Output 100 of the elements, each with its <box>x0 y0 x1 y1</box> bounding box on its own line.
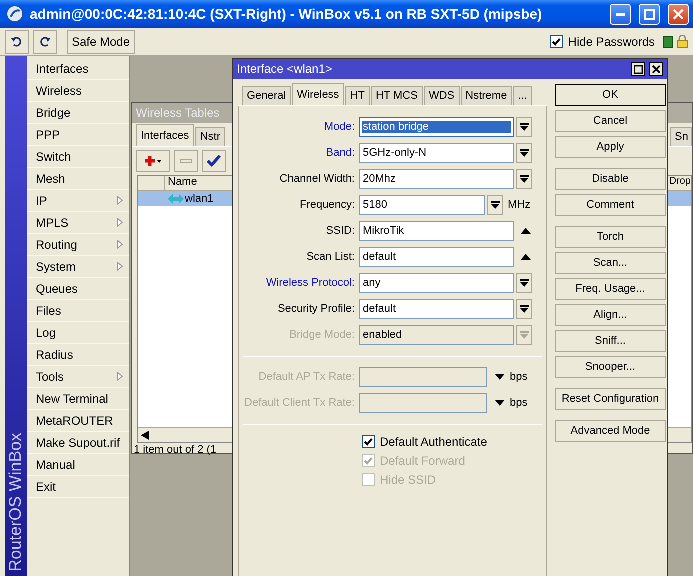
input-field[interactable]: MikroTik <box>359 221 514 241</box>
dialog-button[interactable]: Sniff... <box>555 330 666 352</box>
menu-item[interactable]: IP <box>27 190 129 212</box>
dropdown-button[interactable] <box>516 299 532 319</box>
input-field[interactable]: default <box>359 247 514 267</box>
select-field[interactable]: 20Mhz <box>359 169 514 189</box>
select-field[interactable]: 5GHz-only-N <box>359 143 514 163</box>
dropdown-button[interactable] <box>487 195 503 215</box>
field-label: SSID: <box>325 225 356 237</box>
tab[interactable]: Nstr <box>195 127 226 146</box>
menu-item[interactable]: Bridge <box>27 102 129 124</box>
dialog-button[interactable]: Freq. Usage... <box>555 278 666 300</box>
menu-item[interactable]: Tools <box>27 366 129 388</box>
tab[interactable]: Sn <box>670 127 692 146</box>
status-text: 1 item out of 2 (1 <box>133 443 218 458</box>
enable-button[interactable] <box>202 150 226 172</box>
field-label: Mode: <box>323 121 356 133</box>
menu-item[interactable]: Files <box>27 300 129 322</box>
tab[interactable]: Wireless <box>292 83 344 105</box>
undo-icon <box>11 36 23 48</box>
field-label: Default Client Tx Rate: <box>244 397 356 409</box>
tab[interactable]: General <box>242 86 292 105</box>
dialog-button[interactable]: Disable <box>555 168 666 190</box>
scroll-left-icon[interactable] <box>141 430 151 440</box>
dialog-button[interactable]: Comment <box>555 194 666 216</box>
dropdown-arrow-icon <box>520 148 528 158</box>
tab[interactable]: Nstreme <box>460 86 512 105</box>
dropdown-button[interactable] <box>516 273 532 293</box>
checkbox[interactable] <box>550 35 564 48</box>
close-icon <box>673 8 684 20</box>
menu-item[interactable]: Switch <box>27 146 129 168</box>
menu-item[interactable]: Log <box>27 322 129 344</box>
checkbox-label: Hide Passwords <box>568 34 655 48</box>
dialog-button[interactable]: Reset Configuration <box>555 388 666 410</box>
dropdown-arrow-icon <box>490 200 500 210</box>
tab[interactable]: Interfaces <box>136 124 194 146</box>
dropdown-arrow-icon[interactable] <box>495 400 505 406</box>
dialog-button[interactable]: Apply <box>555 136 666 158</box>
maximize-icon <box>644 8 655 20</box>
dropdown-arrow-icon[interactable] <box>495 374 505 380</box>
menu-item[interactable]: System <box>27 256 129 278</box>
menu-item[interactable]: Manual <box>27 454 129 476</box>
dialog-button[interactable]: Torch <box>555 226 666 248</box>
redo-button[interactable] <box>33 30 57 54</box>
field-label: Wireless Protocol: <box>265 277 356 289</box>
menu-item[interactable]: MetaROUTER <box>27 410 129 432</box>
checkbox[interactable] <box>362 435 375 448</box>
undo-button[interactable] <box>5 30 29 54</box>
menu-item[interactable]: PPP <box>27 124 129 146</box>
dialog-button[interactable]: Cancel <box>555 110 666 132</box>
lock-icon <box>677 35 688 48</box>
menu-item[interactable]: Queues <box>27 278 129 300</box>
select-field[interactable]: station bridge <box>359 117 514 137</box>
select-field[interactable]: default <box>359 299 514 319</box>
dropdown-button[interactable] <box>516 169 532 189</box>
collapse-arrow-icon[interactable] <box>521 254 531 260</box>
unit-label: MHz <box>508 199 531 211</box>
dropdown-arrow-icon <box>520 278 528 288</box>
submenu-arrow-icon <box>117 372 123 381</box>
dropdown-button[interactable] <box>516 117 532 137</box>
dropdown-arrow-icon <box>520 330 528 340</box>
dropdown-arrow-icon <box>520 174 528 184</box>
dialog-button[interactable]: Snooper... <box>555 356 666 378</box>
tab[interactable]: ... <box>513 86 532 105</box>
table-cell: wlan1 <box>185 192 214 204</box>
menu-item[interactable]: Make Supout.rif <box>27 432 129 454</box>
menu-item[interactable]: Interfaces <box>27 58 129 80</box>
field-label: Channel Width: <box>278 173 356 185</box>
menu-item[interactable]: MPLS <box>27 212 129 234</box>
menu-item[interactable]: Wireless <box>27 80 129 102</box>
close-button[interactable] <box>649 62 663 76</box>
dialog-title: Interface <wlan1> <box>237 62 332 76</box>
menu-item[interactable]: Routing <box>27 234 129 256</box>
menu-item[interactable]: New Terminal <box>27 388 129 410</box>
dialog-button[interactable]: Scan... <box>555 252 666 274</box>
field-label: Bridge Mode: <box>288 329 356 341</box>
menu-item[interactable]: Mesh <box>27 168 129 190</box>
tab[interactable]: HT <box>345 86 370 105</box>
minimize-button[interactable] <box>610 4 631 24</box>
menu-item[interactable]: Radius <box>27 344 129 366</box>
field-label: Default AP Tx Rate: <box>258 371 356 383</box>
status-square-icon <box>663 36 673 48</box>
dialog-button[interactable]: Align... <box>555 304 666 326</box>
tab[interactable]: HT MCS <box>370 86 423 105</box>
dialog-button[interactable]: Advanced Mode <box>555 420 666 442</box>
input-field[interactable]: 5180 <box>359 195 485 215</box>
maximize-button[interactable] <box>631 62 645 76</box>
dropdown-button[interactable] <box>516 143 532 163</box>
collapse-arrow-icon[interactable] <box>521 228 531 234</box>
app-icon <box>6 5 24 23</box>
submenu-arrow-icon <box>117 240 123 249</box>
checkbox-label: Default Forward <box>380 454 466 468</box>
add-button[interactable] <box>136 150 170 172</box>
select-field[interactable]: any <box>359 273 514 293</box>
dialog-button[interactable]: OK <box>555 84 666 106</box>
menu-item[interactable]: Exit <box>27 476 129 498</box>
checkbox-label: Hide SSID <box>380 472 436 486</box>
safe-mode-button[interactable]: Safe Mode <box>67 30 135 54</box>
plus-dropdown-icon <box>143 155 163 167</box>
tab[interactable]: WDS <box>424 86 460 105</box>
